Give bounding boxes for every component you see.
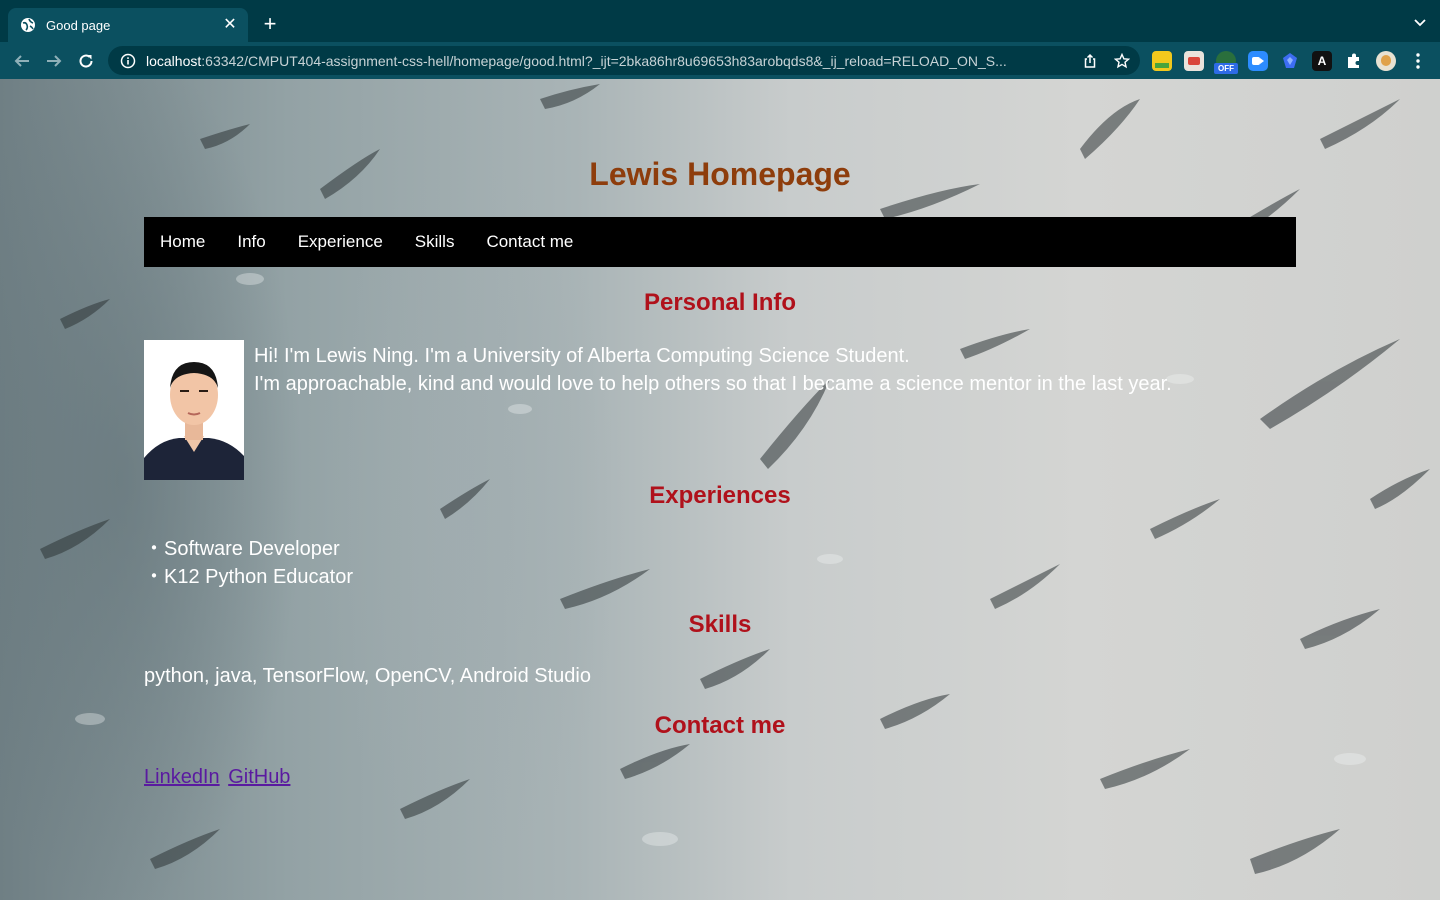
back-arrow-icon[interactable]: [11, 50, 33, 72]
kebab-menu-icon[interactable]: [1408, 51, 1428, 71]
info-icon[interactable]: [120, 53, 136, 69]
tab-title: Good page: [46, 17, 111, 33]
extension-printer-icon[interactable]: [1184, 51, 1204, 71]
plus-icon[interactable]: +: [260, 13, 280, 35]
extension-toggle-icon[interactable]: OFF: [1214, 51, 1238, 74]
reload-icon[interactable]: [75, 50, 97, 72]
intro-line-1: Hi! I'm Lewis Ning. I'm a University of …: [254, 345, 910, 367]
linkedin-link[interactable]: LinkedIn: [144, 766, 220, 788]
list-item: Software Developer: [144, 535, 353, 563]
nav-link-experience[interactable]: Experience: [298, 232, 383, 252]
browser-toolbar: localhost:63342/CMPUT404-assignment-css-…: [0, 42, 1440, 79]
globe-icon: [20, 17, 36, 33]
zoom-icon[interactable]: [1248, 51, 1268, 71]
nav-link-skills[interactable]: Skills: [415, 232, 455, 252]
avatar[interactable]: [1376, 51, 1396, 71]
nav-link-home[interactable]: Home: [160, 232, 205, 252]
browser-tab[interactable]: Good page ✕: [8, 8, 248, 42]
chevron-down-icon[interactable]: [1412, 14, 1428, 30]
skills-heading: Skills: [688, 611, 752, 638]
page-viewport[interactable]: Lewis Homepage Home Info Experience Skil…: [0, 79, 1440, 900]
skills-text: python, java, TensorFlow, OpenCV, Androi…: [144, 665, 591, 687]
github-link[interactable]: GitHub: [228, 766, 290, 788]
url-host: localhost: [146, 52, 202, 69]
intro-line-2: I'm approachable, kind and would love to…: [254, 373, 1172, 395]
contact-heading: Contact me: [654, 712, 786, 739]
nav-link-info[interactable]: Info: [237, 232, 265, 252]
intro-text: Hi! I'm Lewis Ning. I'm a University of …: [254, 342, 1314, 398]
share-icon[interactable]: [1081, 52, 1099, 70]
experience-list: Software Developer K12 Python Educator: [144, 535, 353, 591]
page-title: Lewis Homepage: [589, 156, 851, 192]
url-text: localhost:63342/CMPUT404-assignment-css-…: [146, 53, 1076, 69]
nav-link-contact[interactable]: Contact me: [486, 232, 573, 252]
extension-a-icon[interactable]: A: [1312, 51, 1332, 71]
profile-photo: [144, 340, 244, 480]
main-navbar: Home Info Experience Skills Contact me: [144, 217, 1296, 267]
close-icon[interactable]: ✕: [222, 17, 238, 33]
experiences-heading: Experiences: [649, 482, 791, 509]
personal-info-heading: Personal Info: [643, 289, 797, 316]
star-icon[interactable]: [1113, 52, 1131, 70]
extension-shield-icon[interactable]: [1280, 51, 1300, 71]
extension-badge: OFF: [1214, 63, 1238, 74]
list-item: K12 Python Educator: [144, 563, 353, 591]
url-path: :63342/CMPUT404-assignment-css-hell/home…: [201, 52, 1007, 69]
address-bar[interactable]: localhost:63342/CMPUT404-assignment-css-…: [108, 46, 1140, 75]
extensions-puzzle-icon[interactable]: [1344, 51, 1364, 71]
contact-links: LinkedIn GitHub: [144, 765, 293, 789]
forward-arrow-icon[interactable]: [43, 50, 65, 72]
browser-tab-bar: Good page ✕ +: [0, 0, 1440, 42]
extension-notes-icon[interactable]: [1152, 51, 1172, 71]
